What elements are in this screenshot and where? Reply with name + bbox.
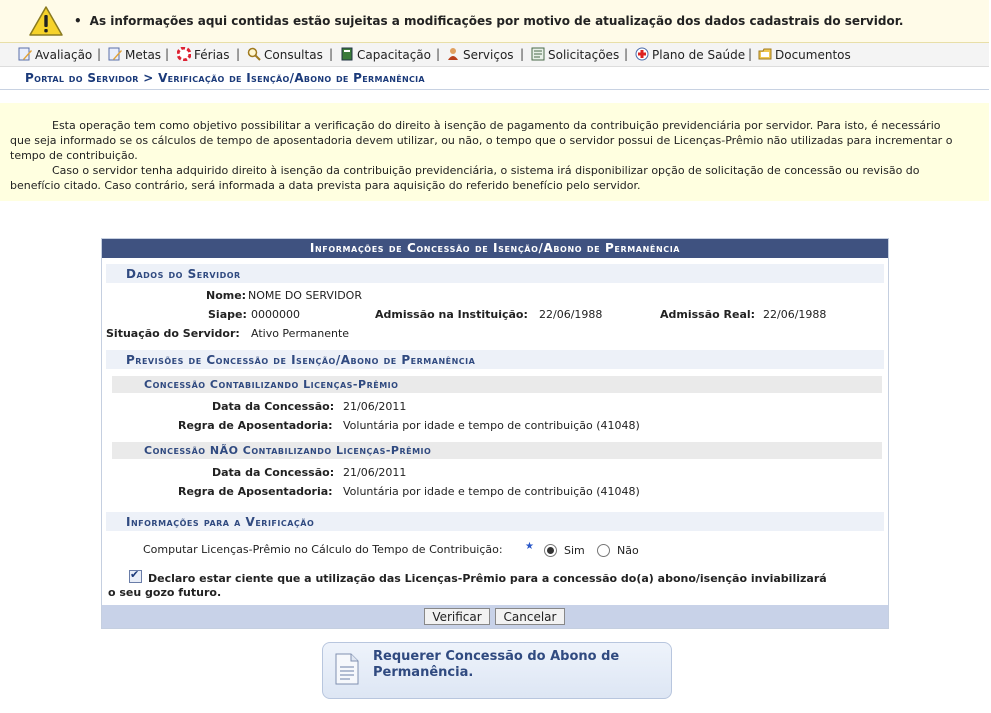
admissao-real-value: 22/06/1988 (763, 308, 827, 321)
data-concessao-value: 21/06/2011 (343, 400, 407, 413)
radio-sim-label[interactable]: Sim (564, 544, 585, 557)
declaration-text-line2: o seu gozo futuro. (108, 586, 222, 599)
description-paragraph-2: Caso o servidor tenha adquirido direito … (10, 164, 920, 192)
requerer-concessao-label: Requerer Concessão do Abono de Permanênci… (373, 649, 620, 680)
menu-separator: | (236, 47, 241, 61)
admissao-real-label: Admissão Real: (660, 308, 756, 321)
form-footer: Verificar Cancelar (102, 605, 888, 628)
form-icon (531, 47, 545, 61)
person-icon (448, 48, 458, 60)
declaration-text-line1: Declaro estar ciente que a utilização da… (148, 572, 827, 585)
regra-aposentadoria-value: Voluntária por idade e tempo de contribu… (343, 419, 640, 432)
siape-label: Siape: (208, 308, 247, 321)
lifebuoy-icon (177, 47, 191, 61)
warning-banner: • As informações aqui contidas estão suje… (0, 0, 989, 43)
document-icon (335, 653, 359, 685)
situacao-label: Situação do Servidor: (106, 327, 240, 340)
breadcrumb: Portal do Servidor > Verificação de Isen… (0, 67, 989, 90)
menu-item-solicitacoes[interactable]: Solicitações (531, 47, 619, 62)
menu-item-documentos[interactable]: Documentos (758, 47, 851, 62)
situacao-value: Ativo Permanente (251, 327, 350, 340)
menu-item-capacitacao[interactable]: Capacitação (340, 47, 431, 62)
section-verificacao: Informações para a Verificação (106, 512, 884, 531)
folder-icon (758, 48, 772, 60)
pencil-doc-icon (18, 47, 32, 61)
pencil-doc-icon (108, 47, 122, 61)
main-menu: Avaliação | Metas | Férias | Consultas |… (0, 43, 989, 67)
menu-separator: | (624, 47, 629, 61)
abono-form: Informações de Concessão de Isenção/Abon… (101, 238, 889, 629)
page-title: Portal do Servidor > Verificação de Isen… (25, 71, 425, 85)
data-concessao-value: 21/06/2011 (343, 466, 407, 479)
menu-item-ferias[interactable]: Férias (177, 47, 230, 62)
admissao-instituicao-label: Admissão na Instituição: (375, 308, 528, 321)
radio-sim[interactable] (544, 544, 557, 557)
section-previsoes: Previsões de Concessão de Isenção/Abono … (106, 350, 884, 369)
nome-value: NOME DO SERVIDOR (248, 289, 362, 302)
warning-icon (29, 6, 63, 36)
book-icon (341, 47, 353, 61)
menu-item-consultas[interactable]: Consultas (247, 47, 323, 62)
subsection-sem-licencas: Concessão NÃO Contabilizando Licenças-Pr… (112, 442, 882, 459)
radio-nao[interactable] (597, 544, 610, 557)
form-caption: Informações de Concessão de Isenção/Abon… (102, 239, 888, 258)
data-concessao-label: Data da Concessão: (212, 400, 335, 413)
admissao-instituicao-value: 22/06/1988 (539, 308, 603, 321)
nome-label: Nome: (206, 289, 247, 302)
regra-aposentadoria-label: Regra de Aposentadoria: (178, 419, 333, 432)
data-concessao-label: Data da Concessão: (212, 466, 335, 479)
section-dados-servidor: Dados do Servidor (106, 264, 884, 283)
magnifier-icon (247, 47, 261, 61)
warning-message: • As informações aqui contidas estão suje… (74, 14, 904, 28)
requerer-concessao-link[interactable]: Requerer Concessão do Abono de Permanênci… (322, 642, 672, 699)
menu-separator: | (520, 47, 525, 61)
menu-separator: | (97, 47, 102, 61)
declaration-checkbox[interactable] (129, 568, 142, 583)
menu-separator: | (436, 47, 441, 61)
regra-aposentadoria-label: Regra de Aposentadoria: (178, 485, 333, 498)
verificar-button[interactable]: Verificar (424, 608, 490, 625)
required-star-icon: ★ (525, 541, 534, 552)
menu-item-metas[interactable]: Metas (108, 47, 161, 62)
menu-item-plano-de-saude[interactable]: Plano de Saúde (635, 47, 745, 62)
licencas-question: Computar Licenças-Prêmio no Cálculo do T… (143, 543, 503, 556)
menu-separator: | (329, 47, 334, 61)
menu-separator: | (748, 47, 753, 61)
radio-nao-label[interactable]: Não (617, 544, 639, 557)
regra-aposentadoria-value: Voluntária por idade e tempo de contribu… (343, 485, 640, 498)
siape-value: 0000000 (251, 308, 300, 321)
menu-item-avaliacao[interactable]: Avaliação (18, 47, 92, 62)
subsection-com-licencas: Concessão Contabilizando Licenças-Prêmio (112, 376, 882, 393)
cancelar-button[interactable]: Cancelar (495, 608, 565, 625)
health-icon (635, 47, 649, 61)
menu-separator: | (165, 47, 170, 61)
description-panel: Esta operação tem como objetivo possibil… (0, 103, 989, 201)
menu-item-servicos[interactable]: Serviços (446, 47, 514, 62)
description-paragraph-1: Esta operação tem como objetivo possibil… (10, 119, 953, 162)
